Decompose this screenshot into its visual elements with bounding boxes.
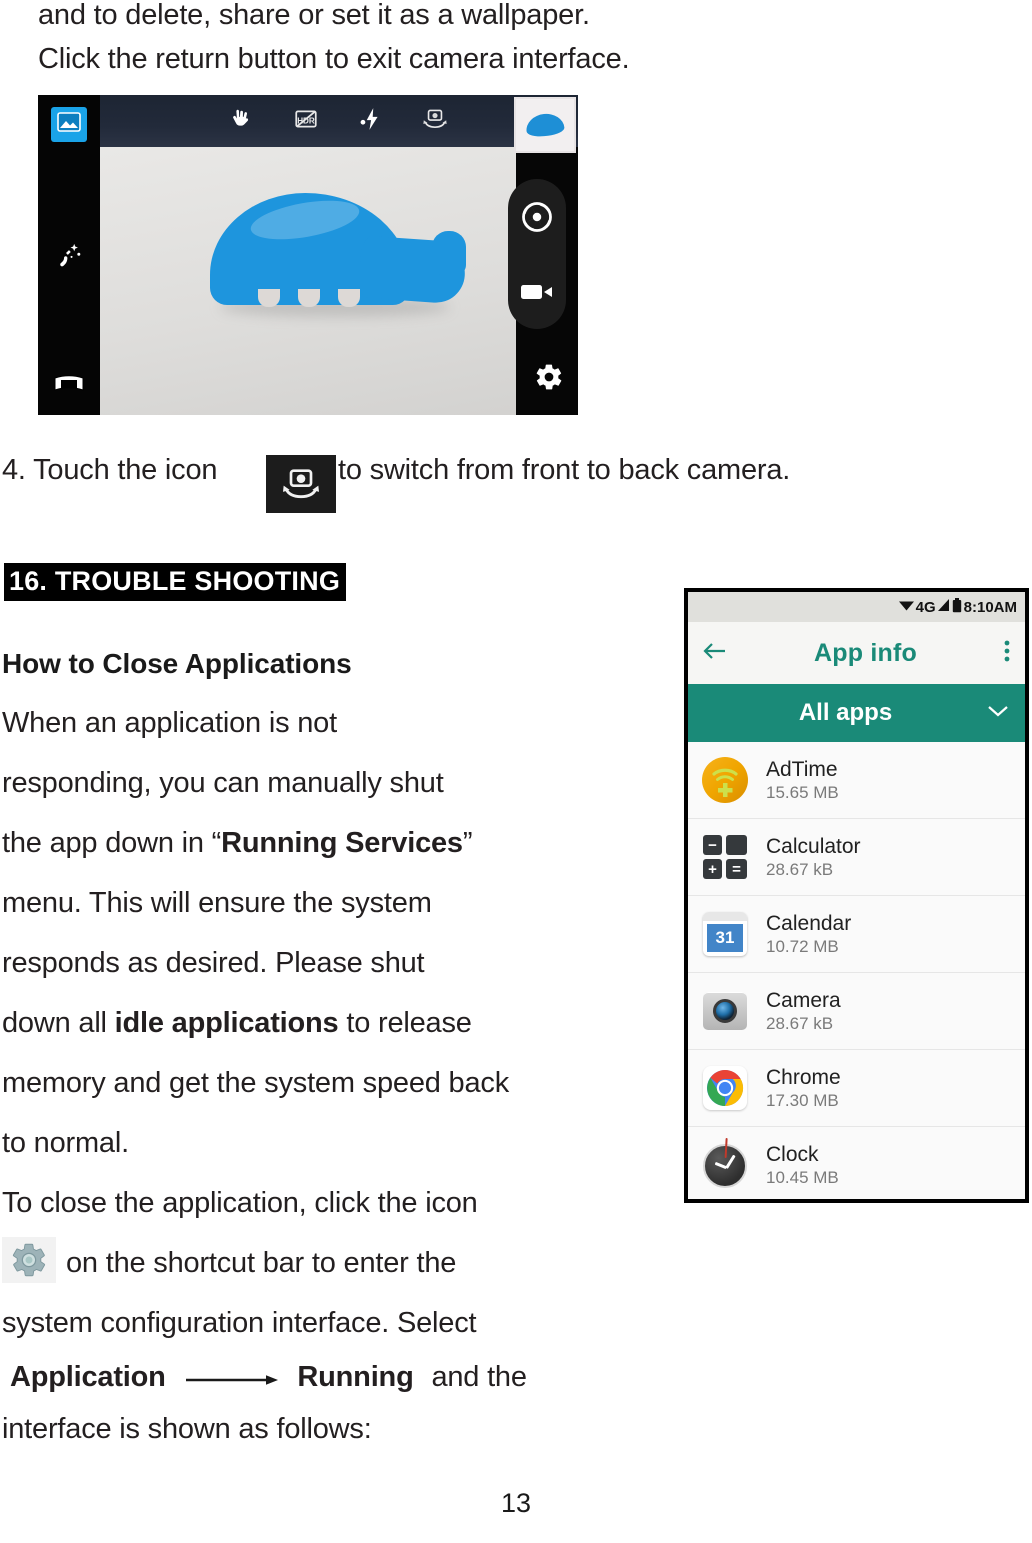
- chrome-icon: [702, 1065, 748, 1111]
- app-name: Clock: [766, 1143, 819, 1166]
- calendar-icon: 31: [702, 911, 748, 957]
- body-line-5: responds as desired. Please shut: [2, 946, 425, 980]
- app-name: Calculator: [766, 834, 861, 858]
- back-arrow-icon[interactable]: [702, 639, 728, 668]
- text-run: responds as desired. Please shut: [2, 947, 425, 979]
- app-list: AdTime 15.65 MB − + = Calculator 28.67 kB: [688, 742, 1025, 1199]
- nav-path-to: Running: [297, 1361, 414, 1393]
- list-item[interactable]: Chrome 17.30 MB: [688, 1050, 1025, 1127]
- app-size: 28.67 kB: [766, 1013, 834, 1033]
- body-line-2: responding, you can manually shut: [2, 766, 444, 800]
- calendar-day: 31: [707, 924, 743, 952]
- hdr-icon[interactable]: HDR: [293, 106, 319, 137]
- app-name: Chrome: [766, 1065, 841, 1089]
- network-type-label: 4G: [915, 598, 936, 616]
- running-services-emphasis: Running Services: [221, 827, 463, 859]
- step-4-prefix: 4. Touch the icon: [2, 454, 218, 486]
- camera-capture-controls: [508, 179, 566, 329]
- idle-applications-emphasis: idle applications: [114, 1007, 339, 1039]
- body-line-9: To close the application, click the icon: [2, 1186, 478, 1220]
- list-item[interactable]: 31 Calendar 10.72 MB: [688, 896, 1025, 973]
- app-name: Calendar: [766, 911, 852, 935]
- page-title: App info: [814, 638, 917, 667]
- photo-mode-icon[interactable]: [51, 107, 87, 142]
- text-run: the app down in “: [2, 827, 222, 859]
- section-heading: 16. TROUBLE SHOOTING: [4, 563, 347, 601]
- camera-left-rail: [38, 95, 100, 415]
- select-line: system configuration interface. Select: [2, 1307, 477, 1339]
- closing-line: interface is shown as follows:: [2, 1413, 372, 1445]
- flash-icon[interactable]: [357, 106, 383, 137]
- app-size: 28.67 kB: [766, 859, 834, 879]
- settings-gear-icon: [2, 1237, 56, 1283]
- manual-page: and to delete, share or set it as a wall…: [0, 0, 1032, 1543]
- app-name: Camera: [766, 988, 841, 1012]
- body-line-1: When an application is not: [2, 706, 337, 740]
- sub-heading: How to Close Applications: [2, 648, 352, 679]
- clock-label: 8:10AM: [963, 598, 1017, 616]
- body-line-3: the app down in “Running Services”: [2, 826, 473, 860]
- text-run: down all: [2, 1007, 115, 1039]
- intro-line-2: Click the return button to exit camera i…: [38, 43, 630, 75]
- chevron-down-icon[interactable]: [987, 704, 1009, 723]
- video-record-button[interactable]: [520, 281, 554, 308]
- overflow-menu-icon[interactable]: [1003, 638, 1011, 669]
- wifi-icon: [898, 598, 915, 616]
- signal-icon: [937, 598, 951, 616]
- text-run: When an application is not: [2, 707, 337, 739]
- body-line-7: memory and get the system speed back: [2, 1066, 509, 1100]
- all-apps-filter[interactable]: All apps: [688, 684, 1025, 742]
- clock-icon: [702, 1137, 748, 1189]
- camera-top-toolbar: HDR: [100, 95, 578, 147]
- app-name: AdTime: [766, 757, 838, 781]
- app-size: 15.65 MB: [766, 782, 839, 802]
- camera-icon: [702, 988, 748, 1034]
- text-run: responding, you can manually shut: [2, 767, 444, 799]
- text-run: to normal.: [2, 1127, 129, 1159]
- navigation-path-line: Application Running and the: [10, 1360, 527, 1395]
- intro-line-1: and to delete, share or set it as a wall…: [38, 0, 590, 31]
- camera-viewfinder: [100, 147, 578, 415]
- camera-switch-icon: [266, 455, 336, 513]
- body-line-4: menu. This will ensure the system: [2, 886, 432, 920]
- gesture-shot-icon[interactable]: [229, 106, 255, 137]
- app-size: 10.72 MB: [766, 936, 839, 956]
- status-bar: 4G 8:10AM: [688, 592, 1025, 622]
- battery-icon: [952, 597, 962, 617]
- page-number: 13: [500, 1488, 532, 1518]
- panorama-icon[interactable]: [54, 374, 84, 399]
- text-run: memory and get the system speed back: [2, 1067, 509, 1099]
- effects-wand-icon[interactable]: [55, 241, 83, 276]
- step-4-suffix: to switch from front to back camera.: [338, 454, 791, 486]
- app-info-screenshot: 4G 8:10AM App info All apps AdTime 15.65…: [684, 588, 1029, 1203]
- app-size: 17.30 MB: [766, 1090, 839, 1110]
- body-line-6: down all idle applications to release: [2, 1006, 472, 1040]
- elephant-figurine: [210, 193, 470, 323]
- text-run: ”: [462, 827, 473, 859]
- list-item[interactable]: Camera 28.67 kB: [688, 973, 1025, 1050]
- text-run: menu. This will ensure the system: [2, 887, 432, 919]
- adtime-icon: [702, 757, 748, 803]
- app-size: 10.45 MB: [766, 1168, 839, 1187]
- shutter-button[interactable]: [520, 200, 554, 239]
- filter-label: All apps: [798, 699, 893, 726]
- last-photo-thumbnail[interactable]: [514, 97, 576, 153]
- app-bar: App info: [688, 622, 1025, 684]
- list-item[interactable]: AdTime 15.65 MB: [688, 742, 1025, 819]
- calculator-icon: − + =: [702, 834, 748, 880]
- gear-line-suffix: on the shortcut bar to enter the: [66, 1247, 457, 1279]
- nav-path-from: Application: [10, 1361, 166, 1393]
- camera-switch-icon[interactable]: [421, 106, 449, 137]
- list-item[interactable]: Clock 10.45 MB: [688, 1127, 1025, 1199]
- camera-settings-icon[interactable]: [534, 362, 564, 397]
- text-run: To close the application, click the icon: [2, 1187, 478, 1219]
- right-arrow-icon: [184, 1361, 280, 1395]
- nav-path-tail: and the: [431, 1361, 527, 1393]
- text-run: to release: [338, 1007, 472, 1039]
- body-line-8: to normal.: [2, 1126, 129, 1160]
- list-item[interactable]: − + = Calculator 28.67 kB: [688, 819, 1025, 896]
- camera-interface-screenshot: HDR: [38, 95, 578, 415]
